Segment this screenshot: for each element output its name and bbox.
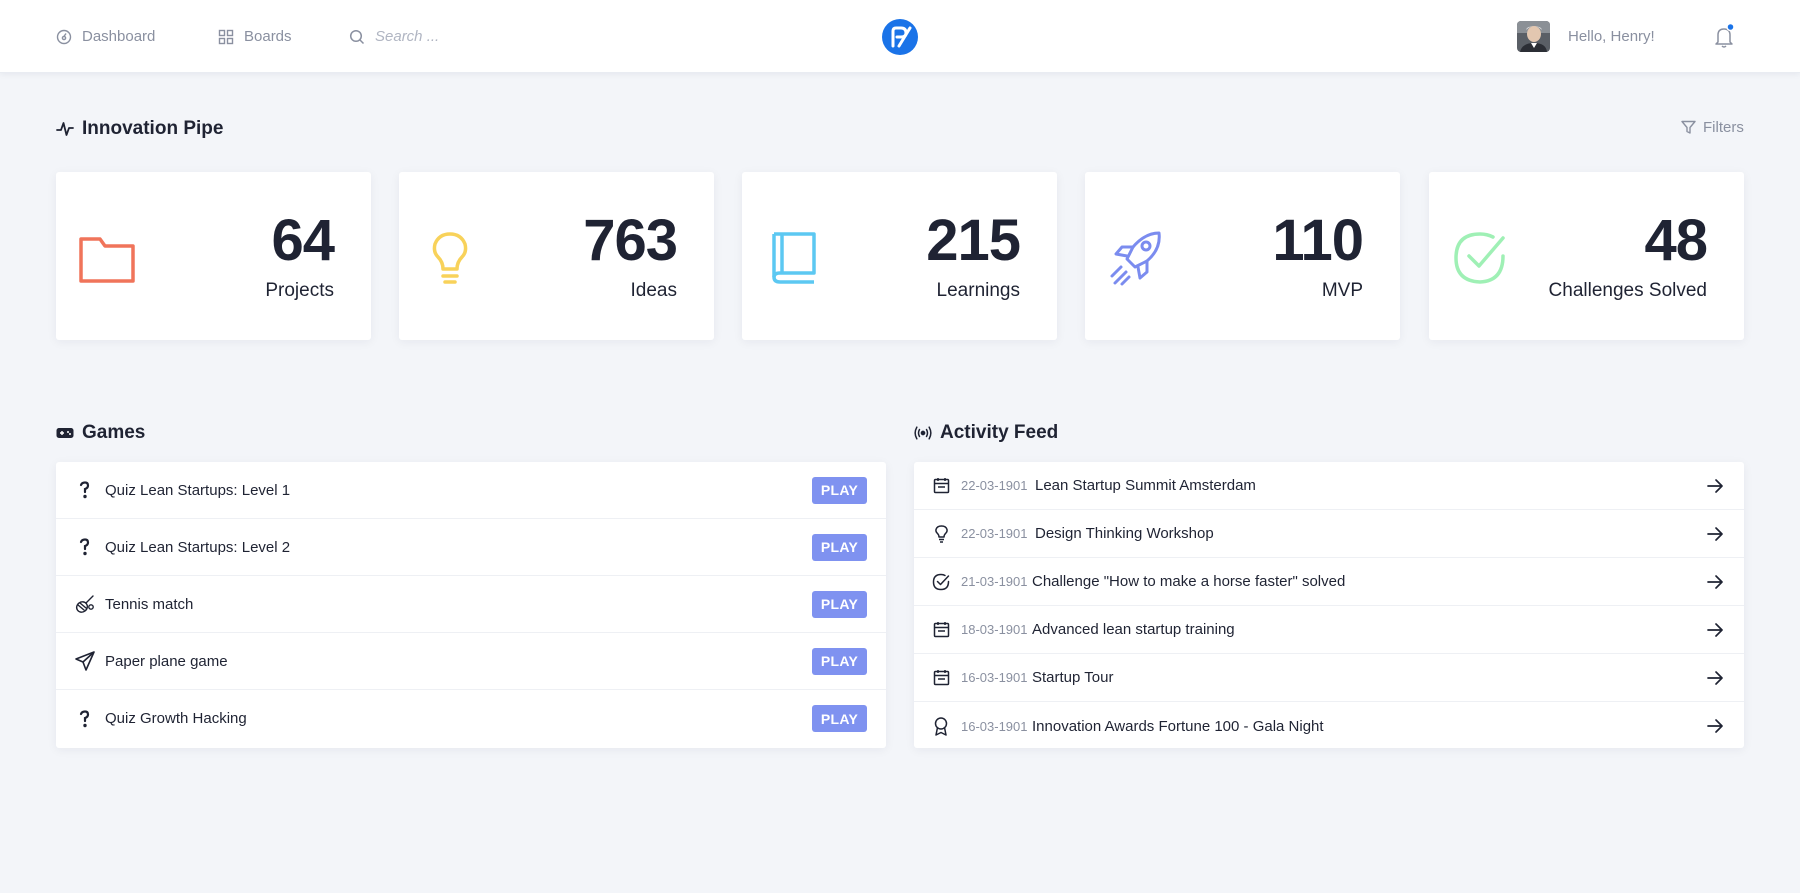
nav-dashboard-label: Dashboard bbox=[82, 28, 156, 45]
check-circle-icon bbox=[931, 572, 951, 592]
stat-value: 763 bbox=[583, 208, 678, 273]
feed-date: 16-03-1901 bbox=[961, 718, 1028, 734]
rocket-icon bbox=[1110, 231, 1161, 286]
section-title-activity-feed: Activity Feed bbox=[914, 422, 1058, 444]
broadcast-icon bbox=[914, 426, 932, 440]
avatar[interactable] bbox=[1517, 21, 1550, 52]
grid-icon bbox=[218, 29, 234, 44]
filter-icon bbox=[1681, 120, 1696, 134]
list-item: Tennis match PLAY bbox=[56, 576, 886, 633]
list-item: Quiz Lean Startups: Level 2 PLAY bbox=[56, 519, 886, 576]
play-button[interactable]: PLAY bbox=[812, 476, 867, 504]
calendar-icon bbox=[931, 620, 951, 640]
nav-boards-label: Boards bbox=[244, 28, 292, 45]
stat-card-projects[interactable]: 64 Projects bbox=[56, 172, 371, 340]
list-item[interactable]: 18-03-1901 Advanced lean startup trainin… bbox=[914, 606, 1744, 654]
list-item: Quiz Lean Startups: Level 1 PLAY bbox=[56, 462, 886, 519]
calendar-icon bbox=[931, 476, 951, 496]
play-button[interactable]: PLAY bbox=[812, 647, 867, 675]
nav-dashboard[interactable]: Dashboard bbox=[56, 0, 155, 73]
feed-date: 16-03-1901 bbox=[961, 670, 1028, 685]
game-title: Paper plane game bbox=[105, 652, 228, 670]
search-input[interactable] bbox=[375, 28, 575, 45]
section-title-games: Games bbox=[56, 422, 145, 444]
feed-title: Innovation Awards Fortune 100 - Gala Nig… bbox=[1032, 717, 1324, 735]
paper-plane-icon bbox=[74, 650, 96, 672]
feed-date: 22-03-1901 bbox=[961, 526, 1028, 541]
award-icon bbox=[931, 716, 951, 736]
question-icon bbox=[74, 536, 96, 558]
list-item[interactable]: 16-03-1901 Innovation Awards Fortune 100… bbox=[914, 702, 1744, 750]
question-icon bbox=[74, 708, 96, 730]
feed-date: 22-03-1901 bbox=[961, 478, 1028, 493]
stat-value: 110 bbox=[1272, 208, 1364, 273]
stat-label: Ideas bbox=[630, 280, 677, 301]
game-title: Quiz Lean Startups: Level 2 bbox=[105, 538, 291, 556]
app-logo-icon[interactable] bbox=[882, 19, 918, 55]
feed-title: Lean Startup Summit Amsterdam bbox=[1035, 477, 1256, 494]
top-navbar: Dashboard Boards Hello, Henry! bbox=[0, 0, 1800, 73]
arrow-right-icon bbox=[1707, 719, 1723, 733]
arrow-right-icon bbox=[1707, 622, 1723, 637]
game-title: Tennis match bbox=[105, 595, 194, 613]
play-button[interactable]: PLAY bbox=[812, 705, 867, 732]
feed-date: 21-03-1901 bbox=[961, 574, 1028, 589]
play-button[interactable]: PLAY bbox=[812, 533, 867, 561]
arrow-right-icon bbox=[1707, 670, 1723, 685]
games-list: Quiz Lean Startups: Level 1 PLAY Quiz Le… bbox=[56, 462, 886, 748]
gamepad-icon bbox=[56, 428, 74, 438]
nav-boards[interactable]: Boards bbox=[218, 0, 292, 73]
stat-label: MVP bbox=[1321, 280, 1363, 301]
stat-card-challenges-solved[interactable]: 48 Challenges Solved bbox=[1429, 172, 1744, 340]
stat-value: 215 bbox=[926, 208, 1021, 273]
feed-date: 18-03-1901 bbox=[961, 622, 1028, 637]
book-icon bbox=[772, 232, 816, 284]
question-icon bbox=[74, 479, 96, 501]
calendar-icon bbox=[931, 668, 951, 688]
filters-button[interactable]: Filters bbox=[1681, 119, 1744, 136]
stat-card-learnings[interactable]: 215 Learnings bbox=[742, 172, 1057, 340]
list-item[interactable]: 22-03-1901 Lean Startup Summit Amsterdam bbox=[914, 462, 1744, 510]
stat-label: Challenges Solved bbox=[1548, 280, 1707, 301]
search-box bbox=[349, 0, 575, 73]
stat-value: 64 bbox=[271, 208, 335, 273]
dashboard-icon bbox=[56, 29, 72, 44]
section-title-innovation-pipe: Innovation Pipe bbox=[56, 118, 223, 140]
stat-value: 48 bbox=[1644, 208, 1708, 273]
activity-feed-list: 22-03-1901 Lean Startup Summit Amsterdam… bbox=[914, 462, 1744, 748]
check-circle-icon bbox=[1454, 232, 1505, 284]
stat-label: Projects bbox=[265, 280, 334, 301]
search-icon bbox=[349, 29, 365, 44]
play-button[interactable]: PLAY bbox=[812, 590, 867, 618]
list-item[interactable]: 21-03-1901 Challenge "How to make a hors… bbox=[914, 558, 1744, 606]
feed-title: Design Thinking Workshop bbox=[1035, 525, 1214, 542]
list-item: Quiz Growth Hacking PLAY bbox=[56, 690, 886, 747]
arrow-right-icon bbox=[1707, 574, 1723, 589]
lightbulb-icon bbox=[432, 232, 468, 284]
list-item: Paper plane game PLAY bbox=[56, 633, 886, 690]
user-avatar-icon bbox=[1517, 21, 1550, 52]
stat-card-mvp[interactable]: 110 MVP bbox=[1085, 172, 1400, 340]
stat-card-ideas[interactable]: 763 Ideas bbox=[399, 172, 714, 340]
feed-title: Challenge "How to make a horse faster" s… bbox=[1032, 573, 1346, 590]
folder-icon bbox=[79, 237, 135, 283]
arrow-right-icon bbox=[1707, 526, 1723, 541]
game-title: Quiz Growth Hacking bbox=[105, 710, 247, 727]
list-item[interactable]: 22-03-1901 Design Thinking Workshop bbox=[914, 510, 1744, 558]
game-title: Quiz Lean Startups: Level 1 bbox=[105, 481, 291, 499]
user-greeting[interactable]: Hello, Henry! bbox=[1568, 0, 1655, 73]
stat-label: Learnings bbox=[936, 280, 1020, 301]
notification-bell-icon[interactable] bbox=[1712, 22, 1736, 50]
list-item[interactable]: 16-03-1901 Startup Tour bbox=[914, 654, 1744, 702]
tennis-icon bbox=[74, 593, 96, 615]
arrow-right-icon bbox=[1707, 478, 1723, 493]
activity-pulse-icon bbox=[56, 122, 74, 136]
feed-title: Startup Tour bbox=[1032, 669, 1114, 686]
feed-title: Advanced lean startup training bbox=[1032, 621, 1235, 638]
lightbulb-icon bbox=[931, 524, 951, 544]
